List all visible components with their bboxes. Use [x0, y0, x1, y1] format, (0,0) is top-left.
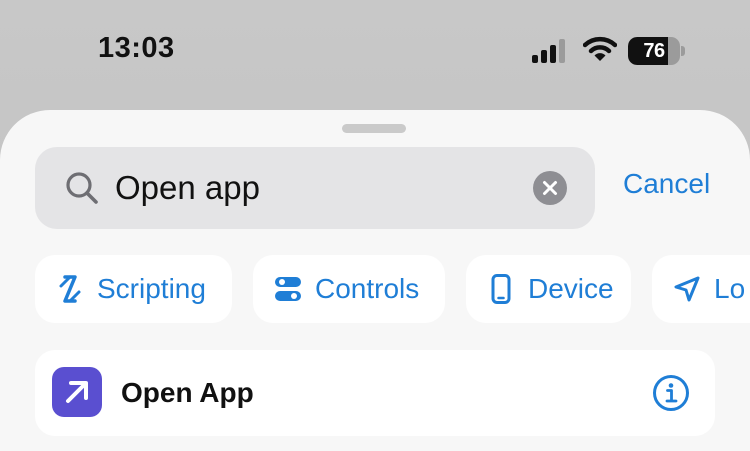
clear-search-button[interactable] [533, 171, 567, 205]
toggle-icon [275, 277, 301, 301]
category-chip-label: Scripting [97, 273, 206, 304]
actions-sheet: Open app Cancel Scripting Controls Devic… [0, 110, 750, 451]
category-chip-scripting[interactable]: Scripting [35, 255, 232, 323]
cellular-signal-icon [532, 39, 565, 63]
category-chip-label: Controls [315, 273, 420, 304]
category-chip-device[interactable]: Device [466, 255, 631, 323]
battery-icon: 76 [628, 37, 686, 65]
category-chip-controls[interactable]: Controls [253, 255, 445, 323]
action-result-open-app[interactable]: Open App [35, 350, 715, 436]
search-field[interactable]: Open app [35, 147, 595, 229]
status-bar: 13:03 76 [0, 0, 750, 100]
search-icon [66, 172, 98, 204]
open-app-icon-tile [52, 367, 102, 417]
phone-icon [491, 274, 511, 304]
clear-icon [543, 181, 557, 195]
cancel-button[interactable]: Cancel [623, 168, 710, 200]
search-input[interactable]: Open app [115, 147, 515, 229]
wifi-icon [583, 36, 617, 61]
scripting-icon [59, 275, 81, 303]
action-result-label: Open App [121, 377, 254, 408]
info-icon[interactable] [652, 374, 690, 412]
location-arrow-icon [674, 276, 700, 302]
category-chip-label: Device [528, 273, 614, 304]
open-app-arrow-icon [66, 381, 88, 403]
category-chip-label: Lo [714, 273, 746, 304]
battery-level: 76 [643, 40, 665, 62]
sheet-grabber[interactable] [342, 124, 406, 133]
status-time: 13:03 [98, 32, 175, 64]
category-chip-location[interactable]: Lo [652, 255, 750, 323]
